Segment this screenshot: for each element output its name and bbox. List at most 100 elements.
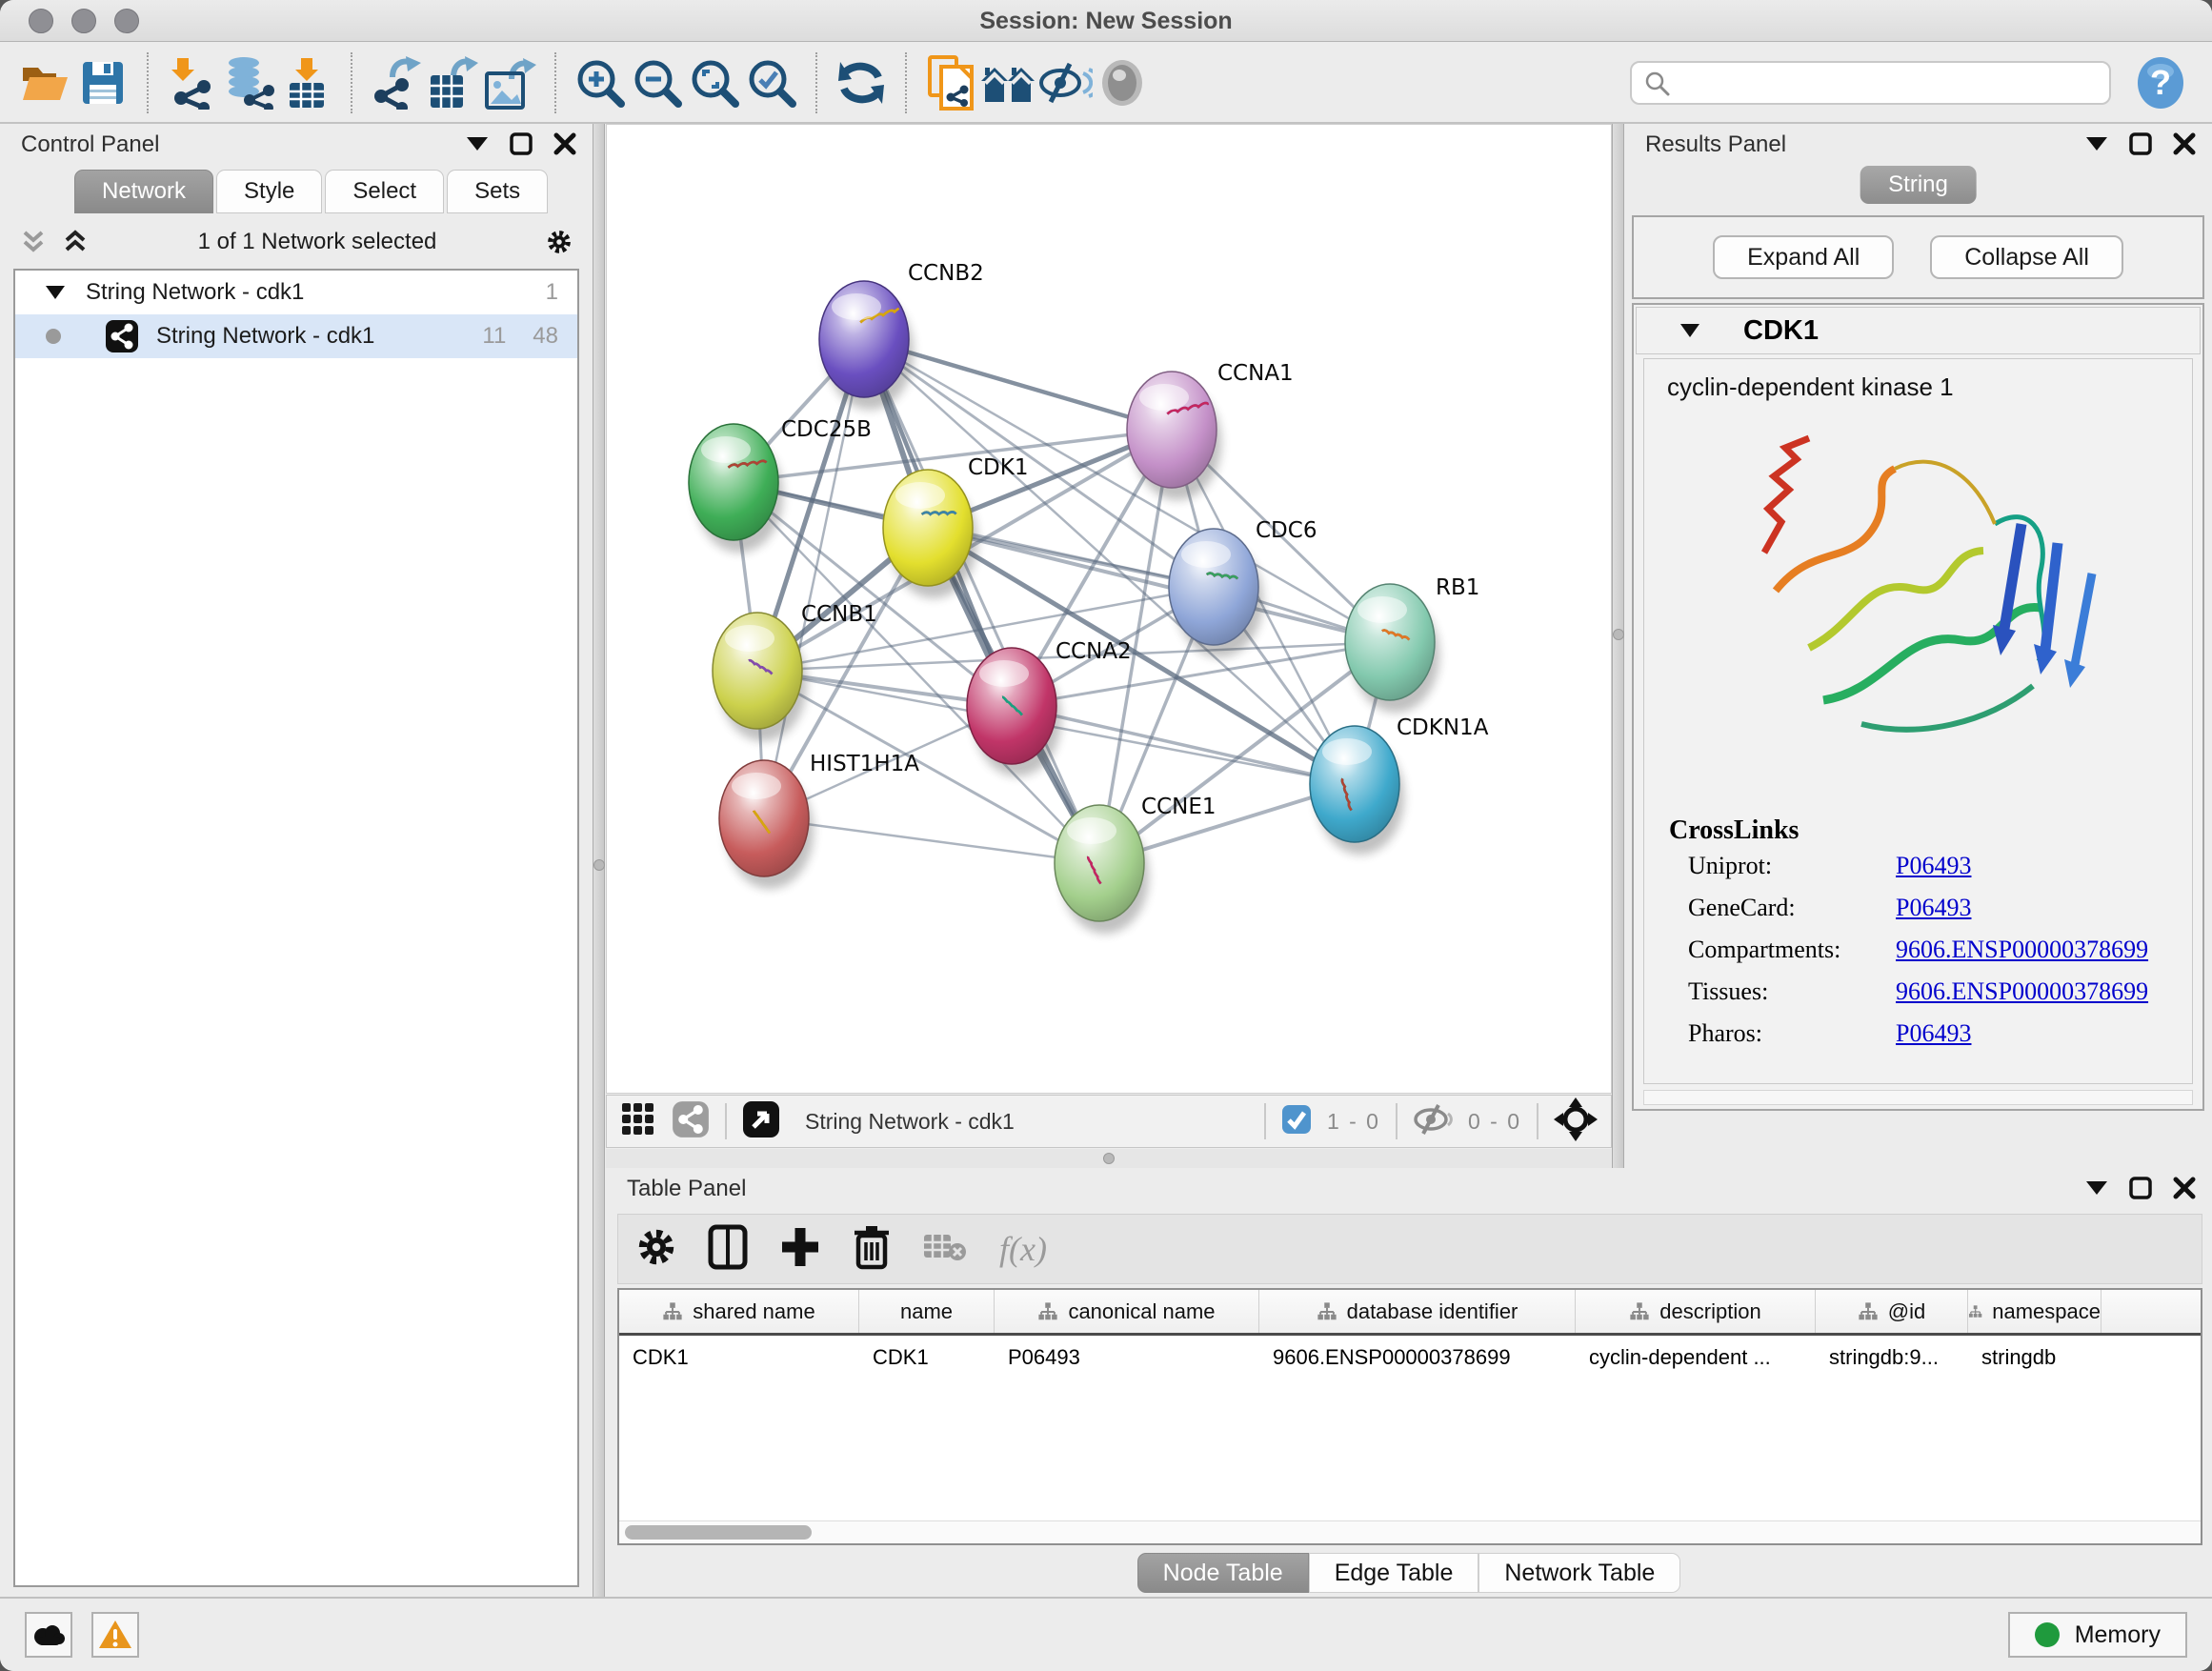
splitter-handle[interactable] (593, 859, 605, 871)
network-list-toolbar: 1 of 1 Network selected (0, 219, 593, 265)
crosslink-link[interactable]: 9606.ENSP00000378699 (1896, 936, 2148, 964)
crosslink-label: Compartments: (1688, 936, 1896, 964)
selected-checkbox-icon[interactable] (1281, 1104, 1312, 1139)
tab-style[interactable]: Style (216, 170, 322, 213)
table-cell[interactable]: CDK1 (859, 1336, 995, 1379)
string-view-badge-icon[interactable] (672, 1100, 710, 1143)
gene-expander-icon[interactable] (1680, 324, 1699, 337)
hidden-eye-icon[interactable] (1413, 1103, 1453, 1140)
results-scrollbar[interactable] (1643, 1090, 2193, 1105)
search-input[interactable] (1679, 70, 2098, 95)
zoom-selected-button[interactable] (743, 50, 800, 115)
column-header-label: name (900, 1299, 953, 1324)
tab-network-table[interactable]: Network Table (1478, 1553, 1680, 1593)
export-table-button[interactable] (425, 50, 482, 115)
expand-all-networks-icon[interactable] (63, 230, 88, 254)
tab-edge-table[interactable]: Edge Table (1309, 1553, 1479, 1593)
network-view: CCNB2CCNA1CDC25BCDK1CDC6RB1CCNB1CCNA2HIS… (606, 124, 1612, 1168)
right-splitter[interactable] (1612, 124, 1624, 1168)
network-row[interactable]: String Network - cdk1 11 48 (15, 314, 577, 358)
column-header-database-identifier[interactable]: database identifier (1259, 1290, 1576, 1333)
hide-selection-button[interactable] (1036, 50, 1094, 115)
eye-hide-icon (1037, 60, 1093, 106)
collection-expander-icon[interactable] (46, 286, 65, 299)
splitter-handle[interactable] (1613, 629, 1624, 640)
crosslink-link[interactable]: P06493 (1896, 852, 1971, 880)
tab-node-table[interactable]: Node Table (1137, 1553, 1309, 1593)
float-panel-icon[interactable] (2084, 131, 2109, 156)
scrollbar-thumb[interactable] (625, 1525, 812, 1540)
tab-network[interactable]: Network (74, 170, 213, 213)
collapse-all-button[interactable]: Collapse All (1930, 235, 2123, 279)
export-network-button[interactable] (368, 50, 425, 115)
help-button[interactable]: ? (2136, 55, 2185, 111)
network-options-gear-icon[interactable] (547, 230, 572, 254)
first-neighbors-button[interactable] (979, 50, 1036, 115)
open-session-button[interactable] (17, 50, 74, 115)
birdseye-view-icon[interactable] (742, 1100, 780, 1143)
tab-select[interactable]: Select (325, 170, 444, 213)
float-panel-icon[interactable] (2084, 1176, 2109, 1200)
table-row[interactable]: CDK1CDK1P064939606.ENSP00000378699cyclin… (619, 1336, 2201, 1379)
control-panel-header: Control Panel (0, 124, 593, 164)
horizontal-splitter[interactable] (606, 1149, 1612, 1168)
pan-crosshair-icon[interactable] (1554, 1097, 1598, 1146)
warnings-button[interactable] (91, 1612, 139, 1658)
grid-view-icon[interactable] (620, 1101, 656, 1142)
crosslink-link[interactable]: P06493 (1896, 1019, 1971, 1048)
column-header-description[interactable]: description (1576, 1290, 1816, 1333)
gene-header-row[interactable]: CDK1 (1636, 307, 2201, 354)
zoom-in-button[interactable] (572, 50, 629, 115)
collapse-all-networks-icon[interactable] (21, 230, 46, 254)
create-column-icon[interactable] (780, 1226, 820, 1273)
maximize-panel-icon[interactable] (2128, 131, 2153, 156)
network-canvas[interactable]: CCNB2CCNA1CDC25BCDK1CDC6RB1CCNB1CCNA2HIS… (606, 124, 1612, 1094)
column-header-namespace[interactable]: namespace (1968, 1290, 2101, 1333)
show-all-button[interactable] (1094, 50, 1151, 115)
column-header-label: description (1659, 1299, 1760, 1324)
column-header-canonical-name[interactable]: canonical name (995, 1290, 1259, 1333)
import-table-button[interactable] (278, 50, 335, 115)
tab-sets[interactable]: Sets (447, 170, 548, 213)
crosslink-link[interactable]: 9606.ENSP00000378699 (1896, 977, 2148, 1006)
cloud-button[interactable] (25, 1612, 72, 1658)
left-splitter[interactable] (593, 124, 605, 1597)
save-session-button[interactable] (74, 50, 131, 115)
zoom-fit-button[interactable] (686, 50, 743, 115)
column-header--id[interactable]: @id (1816, 1290, 1968, 1333)
table-cell[interactable]: 9606.ENSP00000378699 (1259, 1336, 1576, 1379)
table-horizontal-scrollbar[interactable] (619, 1520, 2201, 1543)
table-cell[interactable]: CDK1 (619, 1336, 859, 1379)
crosslink-link[interactable]: P06493 (1896, 894, 1971, 922)
import-network-file-button[interactable] (164, 50, 221, 115)
close-panel-icon[interactable] (2172, 131, 2197, 156)
delete-column-trash-icon[interactable] (853, 1224, 891, 1275)
float-panel-icon[interactable] (465, 131, 490, 156)
network-status-dot (46, 329, 61, 344)
close-panel-icon[interactable] (2172, 1176, 2197, 1200)
network-collection-row[interactable]: String Network - cdk1 1 (15, 271, 577, 314)
maximize-panel-icon[interactable] (2128, 1176, 2153, 1200)
table-cell[interactable]: P06493 (995, 1336, 1259, 1379)
maximize-panel-icon[interactable] (509, 131, 533, 156)
table-cell[interactable]: cyclin-dependent ... (1576, 1336, 1816, 1379)
function-builder-button[interactable]: f(x) (999, 1229, 1047, 1269)
tab-string[interactable]: String (1860, 166, 1977, 204)
table-cell[interactable]: stringdb:9... (1816, 1336, 1968, 1379)
delete-table-icon[interactable] (923, 1231, 967, 1268)
import-network-database-button[interactable] (221, 50, 278, 115)
column-header-name[interactable]: name (859, 1290, 995, 1333)
export-image-button[interactable] (482, 50, 539, 115)
splitter-handle[interactable] (1103, 1153, 1115, 1164)
crosslink-label: Pharos: (1688, 1019, 1896, 1048)
close-panel-icon[interactable] (553, 131, 577, 156)
zoom-out-button[interactable] (629, 50, 686, 115)
table-cell[interactable]: stringdb (1968, 1336, 2101, 1379)
show-columns-icon[interactable] (708, 1224, 748, 1275)
memory-button[interactable]: Memory (2008, 1612, 2187, 1658)
new-network-from-selection-button[interactable] (922, 50, 979, 115)
apply-layout-button[interactable] (833, 50, 890, 115)
expand-all-button[interactable]: Expand All (1713, 235, 1894, 279)
column-header-shared-name[interactable]: shared name (619, 1290, 859, 1333)
table-settings-gear-icon[interactable] (637, 1228, 675, 1271)
